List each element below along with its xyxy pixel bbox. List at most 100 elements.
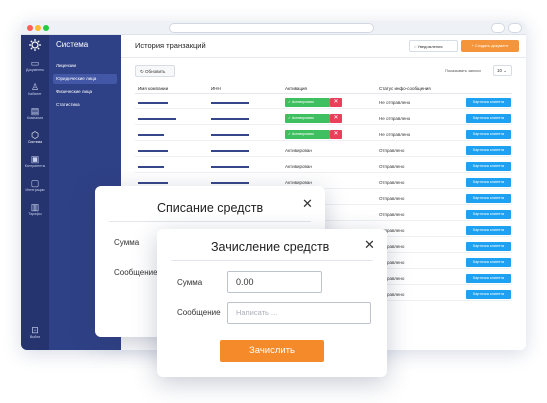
- credit-submit-button[interactable]: Зачислить: [220, 340, 324, 362]
- browser-button[interactable]: [491, 23, 505, 33]
- message-status: Отправлено: [379, 148, 405, 153]
- reject-button[interactable]: ✕: [330, 98, 342, 107]
- browser-button[interactable]: [508, 23, 522, 33]
- wallet-icon: ▥: [30, 202, 40, 212]
- client-card-button[interactable]: Карточка клиента: [466, 178, 511, 187]
- client-card-button[interactable]: Карточка клиента: [466, 210, 511, 219]
- nav-documents[interactable]: ▭ Документы: [21, 58, 49, 72]
- box-icon: ⬡: [31, 130, 39, 140]
- column-header[interactable]: Активация: [285, 86, 307, 91]
- activate-label: Активировать: [291, 132, 315, 136]
- company-name-placeholder: [138, 166, 164, 168]
- table-header: Имя компании ИНН Активация Статус инфо-с…: [135, 84, 512, 94]
- client-card-button[interactable]: Карточка клиента: [466, 258, 511, 267]
- table-row: ✓ Активировать ✕ Не отправлено Карточка кли…: [135, 128, 512, 141]
- nav-label: Документы: [25, 68, 45, 72]
- inn-placeholder: [211, 182, 249, 184]
- logo-icon: [21, 38, 49, 53]
- top-bar: История транзакций ◌ Уведомления + Созда…: [121, 35, 526, 58]
- maximize-window-icon[interactable]: [43, 25, 49, 31]
- nav-label: Компания: [26, 116, 44, 120]
- table-row: Активирован Отправлено Карточка клиента: [135, 144, 512, 157]
- sum-label: Сумма: [114, 238, 140, 247]
- modal-title: Зачисление средств: [211, 240, 330, 254]
- sidebar-item-licenses[interactable]: Лицензии: [53, 61, 117, 71]
- client-card-button[interactable]: Карточка клиента: [466, 274, 511, 283]
- notifications-button[interactable]: ◌ Уведомления: [409, 40, 458, 52]
- column-header[interactable]: Статус инфо-сообщения: [379, 86, 431, 91]
- close-icon[interactable]: ✕: [364, 237, 375, 253]
- credit-modal: Зачисление средств ✕ Сумма 0.00 Сообщени…: [157, 229, 387, 377]
- page-size-label: Показывать записи: [445, 68, 481, 73]
- inn-placeholder: [211, 150, 249, 152]
- page-title: История транзакций: [135, 41, 206, 50]
- user-icon: ♙: [30, 82, 40, 92]
- close-window-icon[interactable]: [27, 25, 33, 31]
- client-card-button[interactable]: Карточка клиента: [466, 114, 511, 123]
- client-card-button[interactable]: Карточка клиента: [466, 194, 511, 203]
- client-card-button[interactable]: Карточка клиента: [466, 290, 511, 299]
- sum-input[interactable]: 0.00: [227, 271, 322, 293]
- refresh-button[interactable]: ↻ Обновить: [135, 65, 175, 77]
- inn-placeholder: [211, 118, 249, 120]
- client-card-button[interactable]: Карточка клиента: [466, 130, 511, 139]
- nav-system[interactable]: ⬡ Система: [21, 130, 49, 144]
- create-document-button[interactable]: + Создать документ: [461, 40, 519, 52]
- divider: [109, 221, 311, 222]
- company-name-placeholder: [138, 150, 168, 152]
- message-status: Не отправлено: [379, 132, 411, 137]
- nav-label: Тарифы: [28, 212, 42, 216]
- nav-label: Кабинет: [28, 92, 42, 96]
- address-bar[interactable]: [169, 23, 374, 33]
- nav-cabinet[interactable]: ♙ Кабинет: [21, 82, 49, 96]
- icon-navbar: ▭ Документы ♙ Кабинет ▤ Компания ⬡ Система ▣…: [21, 35, 49, 350]
- message-status: Отправлено: [379, 212, 405, 217]
- reject-button[interactable]: ✕: [330, 114, 342, 123]
- activate-label: Активировать: [291, 100, 315, 104]
- column-header[interactable]: Имя компании: [138, 86, 168, 91]
- sidebar-title: Система: [56, 40, 89, 49]
- message-status: Отправлено: [379, 196, 405, 201]
- column-header[interactable]: ИНН: [211, 86, 221, 91]
- activate-button[interactable]: ✓ Активировать: [285, 130, 330, 139]
- inn-placeholder: [211, 166, 249, 168]
- nav-label: Контрагенты: [24, 164, 46, 168]
- page-size-select[interactable]: 10 ⌄: [493, 65, 512, 76]
- nav-label: Интеграции: [25, 188, 45, 192]
- nav-logout[interactable]: ⊡ Выйти: [21, 325, 49, 339]
- sum-label: Сумма: [177, 278, 203, 287]
- sidebar-item-legal-entities[interactable]: Юридические лица: [53, 74, 117, 84]
- sidebar-item-individuals[interactable]: Физические лица: [53, 87, 117, 97]
- lock-icon: ⊡: [31, 325, 39, 335]
- inn-placeholder: [211, 102, 249, 104]
- nav-company[interactable]: ▤ Компания: [21, 106, 49, 120]
- message-input[interactable]: Написать ...: [227, 302, 371, 324]
- nav-tariffs[interactable]: ▥ Тарифы: [21, 202, 49, 216]
- message-label: Сообщение: [177, 308, 221, 317]
- document-icon: ▭: [30, 58, 40, 68]
- nav-contractors[interactable]: ▣ Контрагенты: [21, 154, 49, 168]
- refresh-label: Обновить: [145, 69, 166, 74]
- client-card-button[interactable]: Карточка клиента: [466, 226, 511, 235]
- close-icon[interactable]: ✕: [302, 196, 313, 212]
- briefcase-icon: ▤: [30, 106, 40, 116]
- browser-titlebar: [21, 21, 526, 35]
- nav-label: Выйти: [29, 335, 41, 339]
- inn-placeholder: [211, 134, 249, 136]
- nav-label: Система: [27, 140, 43, 144]
- message-status: Не отправлено: [379, 116, 411, 121]
- company-name-placeholder: [138, 134, 164, 136]
- client-card-button[interactable]: Карточка клиента: [466, 146, 511, 155]
- activate-button[interactable]: ✓ Активировать: [285, 114, 330, 123]
- message-status: Не отправлено: [379, 100, 411, 105]
- nav-integrations[interactable]: ▢ Интеграции: [21, 178, 49, 192]
- notifications-label: Уведомления: [417, 44, 443, 49]
- minimize-window-icon[interactable]: [35, 25, 41, 31]
- client-card-button[interactable]: Карточка клиента: [466, 162, 511, 171]
- activate-button[interactable]: ✓ Активировать: [285, 98, 330, 107]
- reject-button[interactable]: ✕: [330, 130, 342, 139]
- company-name-placeholder: [138, 182, 168, 184]
- client-card-button[interactable]: Карточка клиента: [466, 242, 511, 251]
- client-card-button[interactable]: Карточка клиента: [466, 98, 511, 107]
- sidebar-item-statistics[interactable]: Статистика: [53, 100, 117, 110]
